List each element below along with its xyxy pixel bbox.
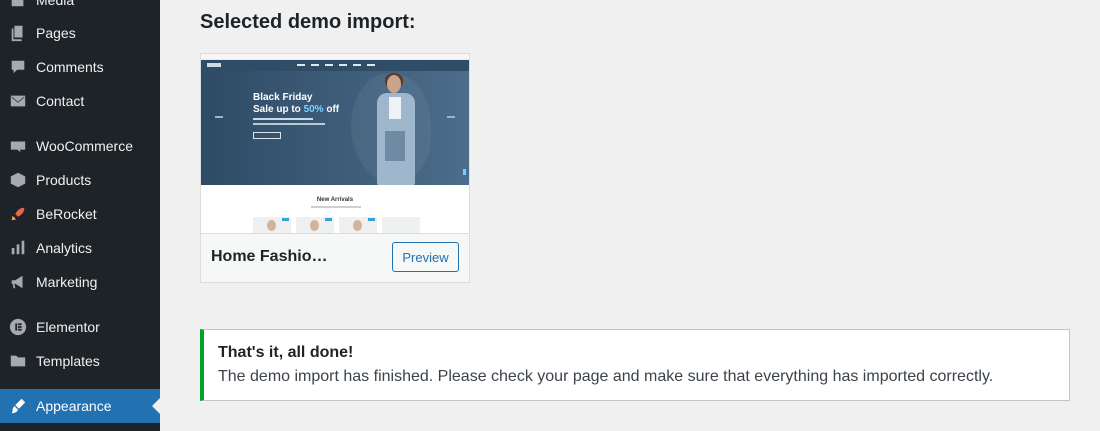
thumb-hero-banner xyxy=(201,71,469,185)
sidebar-item-appearance[interactable]: Appearance xyxy=(0,389,160,423)
preview-button[interactable]: Preview xyxy=(392,242,459,272)
sidebar-item-label: Marketing xyxy=(36,274,98,290)
page-heading: Selected demo import: xyxy=(200,11,416,33)
sidebar-item-products[interactable]: Products xyxy=(0,163,160,197)
sidebar-item-label: Contact xyxy=(36,93,85,109)
sidebar-item-media[interactable]: Media xyxy=(0,0,160,17)
paintbrush-icon xyxy=(0,397,36,415)
demo-card-footer: Home Fashio… Preview xyxy=(201,233,469,282)
sidebar-item-analytics[interactable]: Analytics xyxy=(0,231,160,265)
sidebar-item-label: Media xyxy=(36,0,75,8)
sidebar-item-woocommerce[interactable]: WooCommerce xyxy=(0,129,160,163)
sidebar-item-label: WooCommerce xyxy=(36,138,133,154)
thumb-hero-line1: Black Friday xyxy=(253,92,313,103)
sidebar-item-label: Appearance xyxy=(36,398,112,414)
sidebar-item-label: Pages xyxy=(36,25,76,41)
thumb-product xyxy=(253,217,291,233)
sidebar-item-berocket[interactable]: BeRocket xyxy=(0,197,160,231)
thumb-model-image xyxy=(371,71,421,185)
success-notice: That's it, all done! The demo import has… xyxy=(200,329,1070,401)
sidebar-item-contact[interactable]: Contact xyxy=(0,84,160,118)
sidebar-item-comments[interactable]: Comments xyxy=(0,50,160,84)
sidebar-item-label: Products xyxy=(36,172,92,188)
thumb-product xyxy=(339,217,377,233)
thumb-prev-arrow xyxy=(215,116,223,118)
thumb-next-arrow xyxy=(447,116,455,118)
thumb-product xyxy=(382,217,420,233)
media-icon xyxy=(0,0,36,9)
thumb-nav xyxy=(201,60,469,71)
bar-chart-icon xyxy=(0,239,36,257)
thumb-shop-button xyxy=(253,132,281,139)
woocommerce-icon xyxy=(0,137,36,155)
sidebar-item-marketing[interactable]: Marketing xyxy=(0,265,160,299)
comments-icon xyxy=(0,58,36,76)
sidebar-item-label: Comments xyxy=(36,59,104,75)
rocket-icon xyxy=(0,205,36,223)
thumb-hero-line2: Sale up to 50% off xyxy=(253,104,340,115)
envelope-icon xyxy=(0,92,36,110)
admin-sidebar: Media Pages Comments Contact WooCommerce… xyxy=(0,0,160,431)
folder-icon xyxy=(0,352,36,370)
notice-message: The demo import has finished. Please che… xyxy=(218,368,994,385)
elementor-icon xyxy=(0,318,36,336)
pages-icon xyxy=(0,24,36,42)
sidebar-item-pages[interactable]: Pages xyxy=(0,16,160,50)
demo-card: Black Friday Sale up to 50% off New Arri… xyxy=(200,53,470,283)
megaphone-icon xyxy=(0,273,36,291)
demo-thumbnail: Black Friday Sale up to 50% off New Arri… xyxy=(201,54,469,233)
demo-title: Home Fashio… xyxy=(211,248,328,265)
sidebar-item-label: Templates xyxy=(36,353,100,369)
products-box-icon xyxy=(0,171,36,189)
thumb-product xyxy=(296,217,334,233)
sidebar-item-label: Analytics xyxy=(36,240,93,256)
sidebar-item-label: BeRocket xyxy=(36,206,97,222)
sidebar-item-label: Elementor xyxy=(36,319,100,335)
sidebar-item-elementor[interactable]: Elementor xyxy=(0,310,160,344)
sidebar-item-templates[interactable]: Templates xyxy=(0,344,160,378)
thumb-section-title: New Arrivals xyxy=(316,197,354,203)
notice-title: That's it, all done! xyxy=(218,344,354,361)
